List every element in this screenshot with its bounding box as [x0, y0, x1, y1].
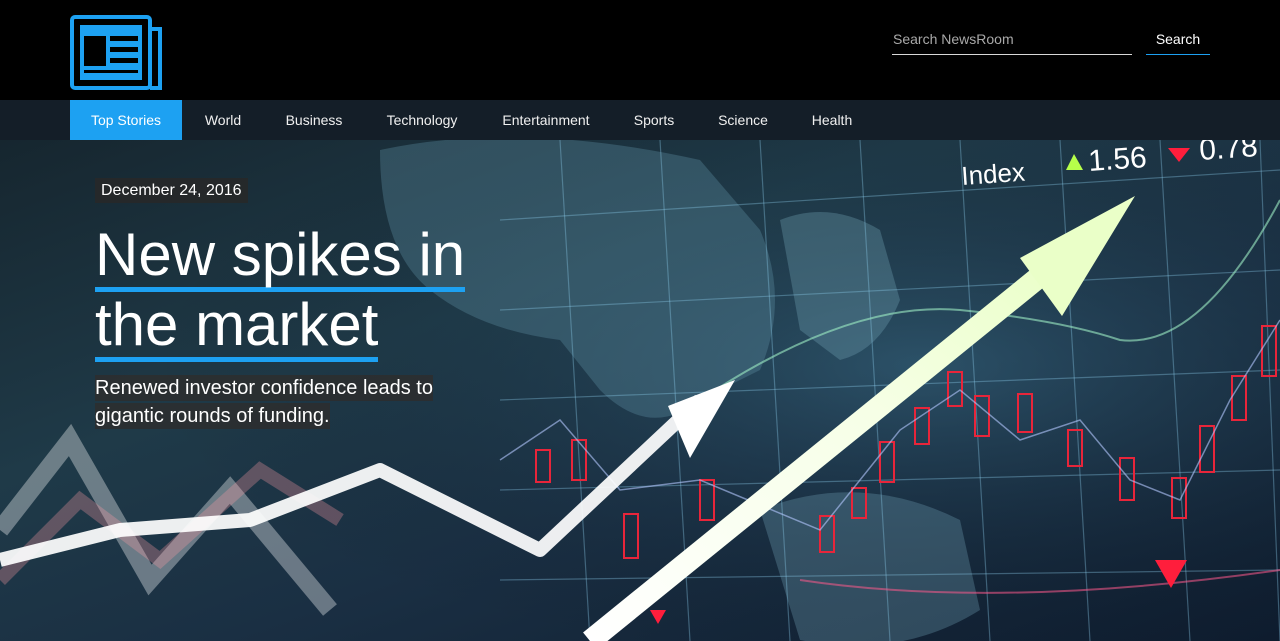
nav-item-technology[interactable]: Technology [364, 100, 480, 140]
nav-item-business[interactable]: Business [264, 100, 364, 140]
index-label-text: Index [960, 157, 1026, 191]
article-headline[interactable]: New spikes in the market [95, 222, 515, 362]
nav-item-world[interactable]: World [182, 100, 264, 140]
index-value-text: 1.56 [1087, 141, 1148, 178]
headline-line-2[interactable]: the market [95, 293, 379, 362]
index-value2-text: 0.78 [1198, 140, 1259, 167]
nav-item-entertainment[interactable]: Entertainment [480, 100, 612, 140]
search-input[interactable] [892, 28, 1132, 55]
article-date: December 24, 2016 [95, 178, 248, 203]
category-nav: Top Stories World Business Technology En… [0, 100, 1280, 140]
site-header: Search [0, 0, 1280, 100]
nav-item-top-stories[interactable]: Top Stories [70, 100, 182, 140]
subheadline-text: Renewed investor confidence leads to gig… [95, 375, 433, 429]
hero-banner[interactable]: Index 1.56 0.78 December 24, 2016 New sp… [0, 140, 1280, 641]
article-subheadline: Renewed investor confidence leads to gig… [95, 374, 455, 430]
newspaper-icon[interactable] [70, 15, 162, 90]
nav-item-health[interactable]: Health [790, 100, 874, 140]
headline-line-1[interactable]: New spikes in [95, 223, 466, 292]
nav-item-sports[interactable]: Sports [612, 100, 696, 140]
search-button[interactable]: Search [1146, 28, 1210, 55]
nav-item-science[interactable]: Science [696, 100, 790, 140]
